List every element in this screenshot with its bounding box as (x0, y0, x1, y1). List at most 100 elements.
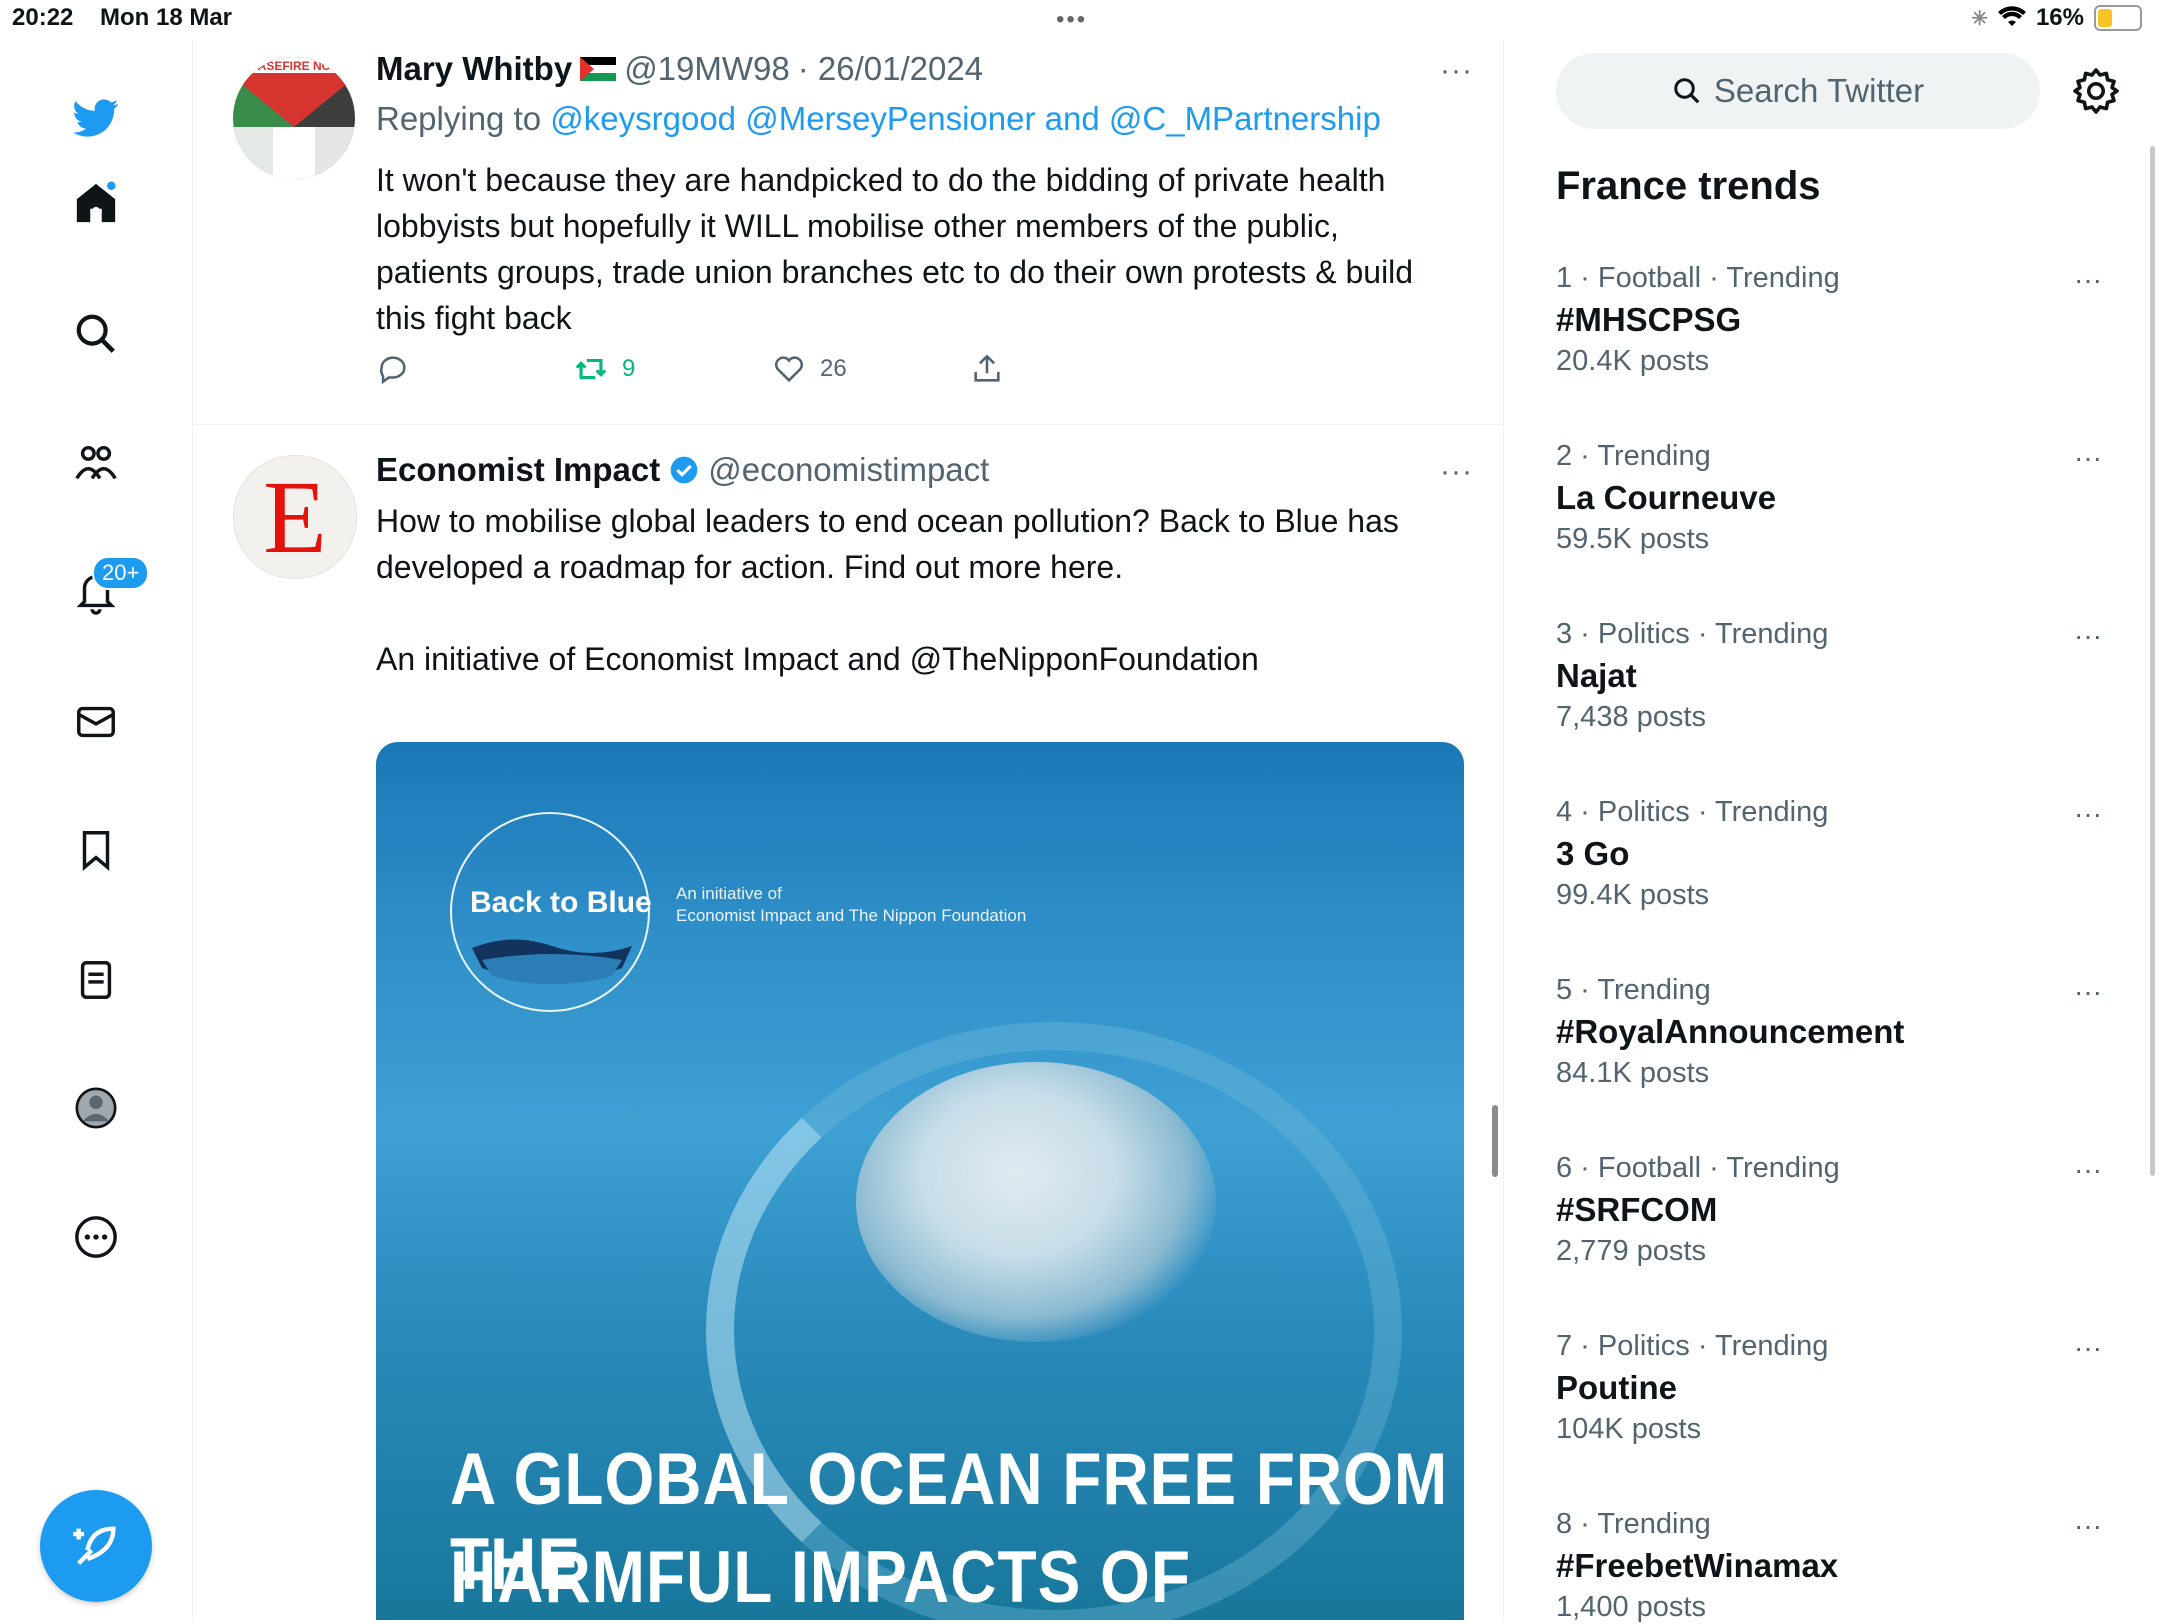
trend-count: 104K posts (1556, 1413, 1702, 1445)
retweet-icon (575, 358, 607, 380)
trend-name: #MHSCPSG (1556, 301, 1742, 338)
trend-item[interactable]: 8 · Trending #FreebetWinamax 1,400 posts (1556, 1508, 2116, 1624)
media-subline-1: An initiative of (676, 884, 782, 903)
right-sidebar: Search Twitter France trends 1 · Footbal… (1504, 40, 2160, 1623)
profile-avatar-icon[interactable] (66, 1078, 126, 1138)
author-name[interactable]: Economist Impact (376, 451, 660, 489)
reply-button[interactable] (376, 352, 410, 386)
share-button[interactable] (970, 352, 1004, 386)
avatar-letter: E (263, 460, 327, 575)
replying-prefix: Replying to (376, 100, 542, 137)
trend-more-icon[interactable]: ··· (2074, 976, 2102, 1008)
tweet[interactable]: E Economist Impact @economistimpact ··· … (193, 425, 1503, 1620)
more-options-icon[interactable] (66, 1207, 126, 1267)
settings-gear-icon[interactable] (2072, 67, 2120, 115)
trend-more-icon[interactable]: ··· (2074, 264, 2102, 296)
trend-item[interactable]: 3 · Politics · Trending Najat 7,438 post… (1556, 618, 2116, 734)
tweet-media-image[interactable]: Back to Blue An initiative of Economist … (376, 742, 1464, 1620)
avatar[interactable]: E (233, 455, 357, 579)
trend-name: Najat (1556, 657, 1637, 694)
search-icon[interactable] (66, 304, 126, 364)
battery-icon (2094, 5, 2142, 31)
tweet-text: How to mobilise global leaders to end oc… (376, 503, 1399, 677)
messages-icon[interactable] (66, 692, 126, 752)
tweet-actions: 9 26 (376, 352, 1000, 392)
trend-count: 7,438 posts (1556, 701, 1706, 733)
trend-more-icon[interactable]: ··· (2074, 442, 2102, 474)
retweet-button[interactable]: 9 (574, 352, 635, 386)
author-handle[interactable]: @19MW98 (624, 50, 790, 88)
replying-to: Replying to @keysrgood @MerseyPensioner … (376, 100, 1381, 138)
replying-to-links[interactable]: @keysrgood @MerseyPensioner and @C_MPart… (550, 100, 1381, 137)
tweet-more-icon[interactable]: ··· (1440, 455, 1473, 489)
trend-count: 2,779 posts (1556, 1235, 1706, 1267)
like-button[interactable]: 26 (772, 352, 847, 386)
tweet-header: Economist Impact @economistimpact (376, 451, 989, 489)
share-icon (974, 354, 1000, 382)
trend-item[interactable]: 1 · Football · Trending #MHSCPSG 20.4K p… (1556, 262, 2116, 378)
compose-feather-icon (73, 1526, 116, 1565)
status-time: 20:22 (12, 4, 74, 31)
search-icon (1674, 78, 1700, 104)
status-date: Mon 18 Mar (100, 4, 233, 31)
trend-more-icon[interactable]: ··· (2074, 1154, 2102, 1186)
palestine-flag-icon (580, 57, 617, 81)
lists-icon[interactable] (66, 950, 126, 1010)
compose-tweet-button[interactable] (40, 1490, 152, 1602)
trend-more-icon[interactable]: ··· (2074, 1510, 2102, 1542)
verified-badge-icon (670, 456, 698, 484)
wifi-icon (1997, 6, 2026, 27)
multitasking-dots[interactable]: ••• (1056, 6, 1087, 34)
trend-name: La Courneuve (1556, 479, 1777, 516)
tweet-date[interactable]: · 26/01/2024 (798, 50, 983, 88)
notifications-badge: 20+ (92, 556, 150, 590)
trend-meta: 3 · Politics · Trending (1556, 618, 1829, 650)
trend-more-icon[interactable]: ··· (2074, 620, 2102, 652)
back-to-blue-logo: Back to Blue (470, 886, 652, 919)
trend-more-icon[interactable]: ··· (2074, 1332, 2102, 1364)
trend-item[interactable]: 2 · Trending La Courneuve 59.5K posts (1556, 440, 2116, 556)
author-name[interactable]: Mary Whitby (376, 50, 572, 88)
avatar[interactable]: ASEFIRE NC (233, 57, 355, 179)
trend-item[interactable]: 7 · Politics · Trending Poutine 104K pos… (1556, 1330, 2116, 1446)
trend-meta: 8 · Trending (1556, 1508, 1711, 1540)
timeline-feed[interactable]: ASEFIRE NC Mary Whitby @19MW98 · 26/01/2… (193, 40, 1504, 1620)
trend-count: 99.4K posts (1556, 879, 1710, 911)
trend-name: #FreebetWinamax (1556, 1547, 1839, 1584)
tweet-more-icon[interactable]: ··· (1440, 54, 1473, 88)
trend-count: 84.1K posts (1556, 1057, 1710, 1089)
status-indicators: ✳ 16% (1971, 4, 2142, 32)
trend-more-icon[interactable]: ··· (2074, 798, 2102, 830)
left-nav: 20+ (0, 40, 193, 1620)
search-twitter-input[interactable]: Search Twitter (1556, 53, 2040, 129)
logo-wave-icon (472, 939, 632, 984)
media-headline-2: HARMFUL IMPACTS OF POLLUTION (450, 1535, 1191, 1618)
trends-title: France trends (1556, 164, 1821, 208)
avatar-text: ASEFIRE NC (258, 59, 331, 73)
trend-count: 1,400 posts (1556, 1591, 1706, 1623)
trend-name: Poutine (1556, 1369, 1677, 1406)
trend-item[interactable]: 5 · Trending #RoyalAnnouncement 84.1K po… (1556, 974, 2116, 1090)
trend-meta: 5 · Trending (1556, 974, 1711, 1006)
tweet-text: It won't because they are handpicked to … (376, 162, 1414, 336)
search-placeholder: Search Twitter (1713, 72, 1925, 109)
communities-icon[interactable] (66, 433, 126, 493)
trend-item[interactable]: 6 · Football · Trending #SRFCOM 2,779 po… (1556, 1152, 2116, 1268)
wave-tube (856, 1062, 1216, 1342)
status-bar: 20:22 Mon 18 Mar ••• ✳ 16% (0, 0, 2160, 40)
feed-scrollbar[interactable] (1492, 1105, 1498, 1177)
trend-count: 59.5K posts (1556, 523, 1710, 555)
author-handle[interactable]: @economistimpact (708, 451, 989, 489)
trend-count: 20.4K posts (1556, 345, 1710, 377)
reply-icon (380, 356, 406, 385)
retweet-count: 9 (622, 355, 636, 382)
trend-meta: 2 · Trending (1556, 440, 1711, 472)
twitter-logo-icon[interactable] (66, 88, 126, 148)
home-icon[interactable] (66, 173, 126, 233)
trend-item[interactable]: 4 · Politics · Trending 3 Go 99.4K posts (1556, 796, 2116, 912)
bookmarks-icon[interactable] (66, 820, 126, 880)
sidebar-scrollbar[interactable] (2150, 146, 2155, 1176)
battery-percent: 16% (2035, 4, 2084, 31)
loading-icon: ✳ (1971, 7, 1988, 30)
tweet[interactable]: ASEFIRE NC Mary Whitby @19MW98 · 26/01/2… (193, 40, 1503, 425)
